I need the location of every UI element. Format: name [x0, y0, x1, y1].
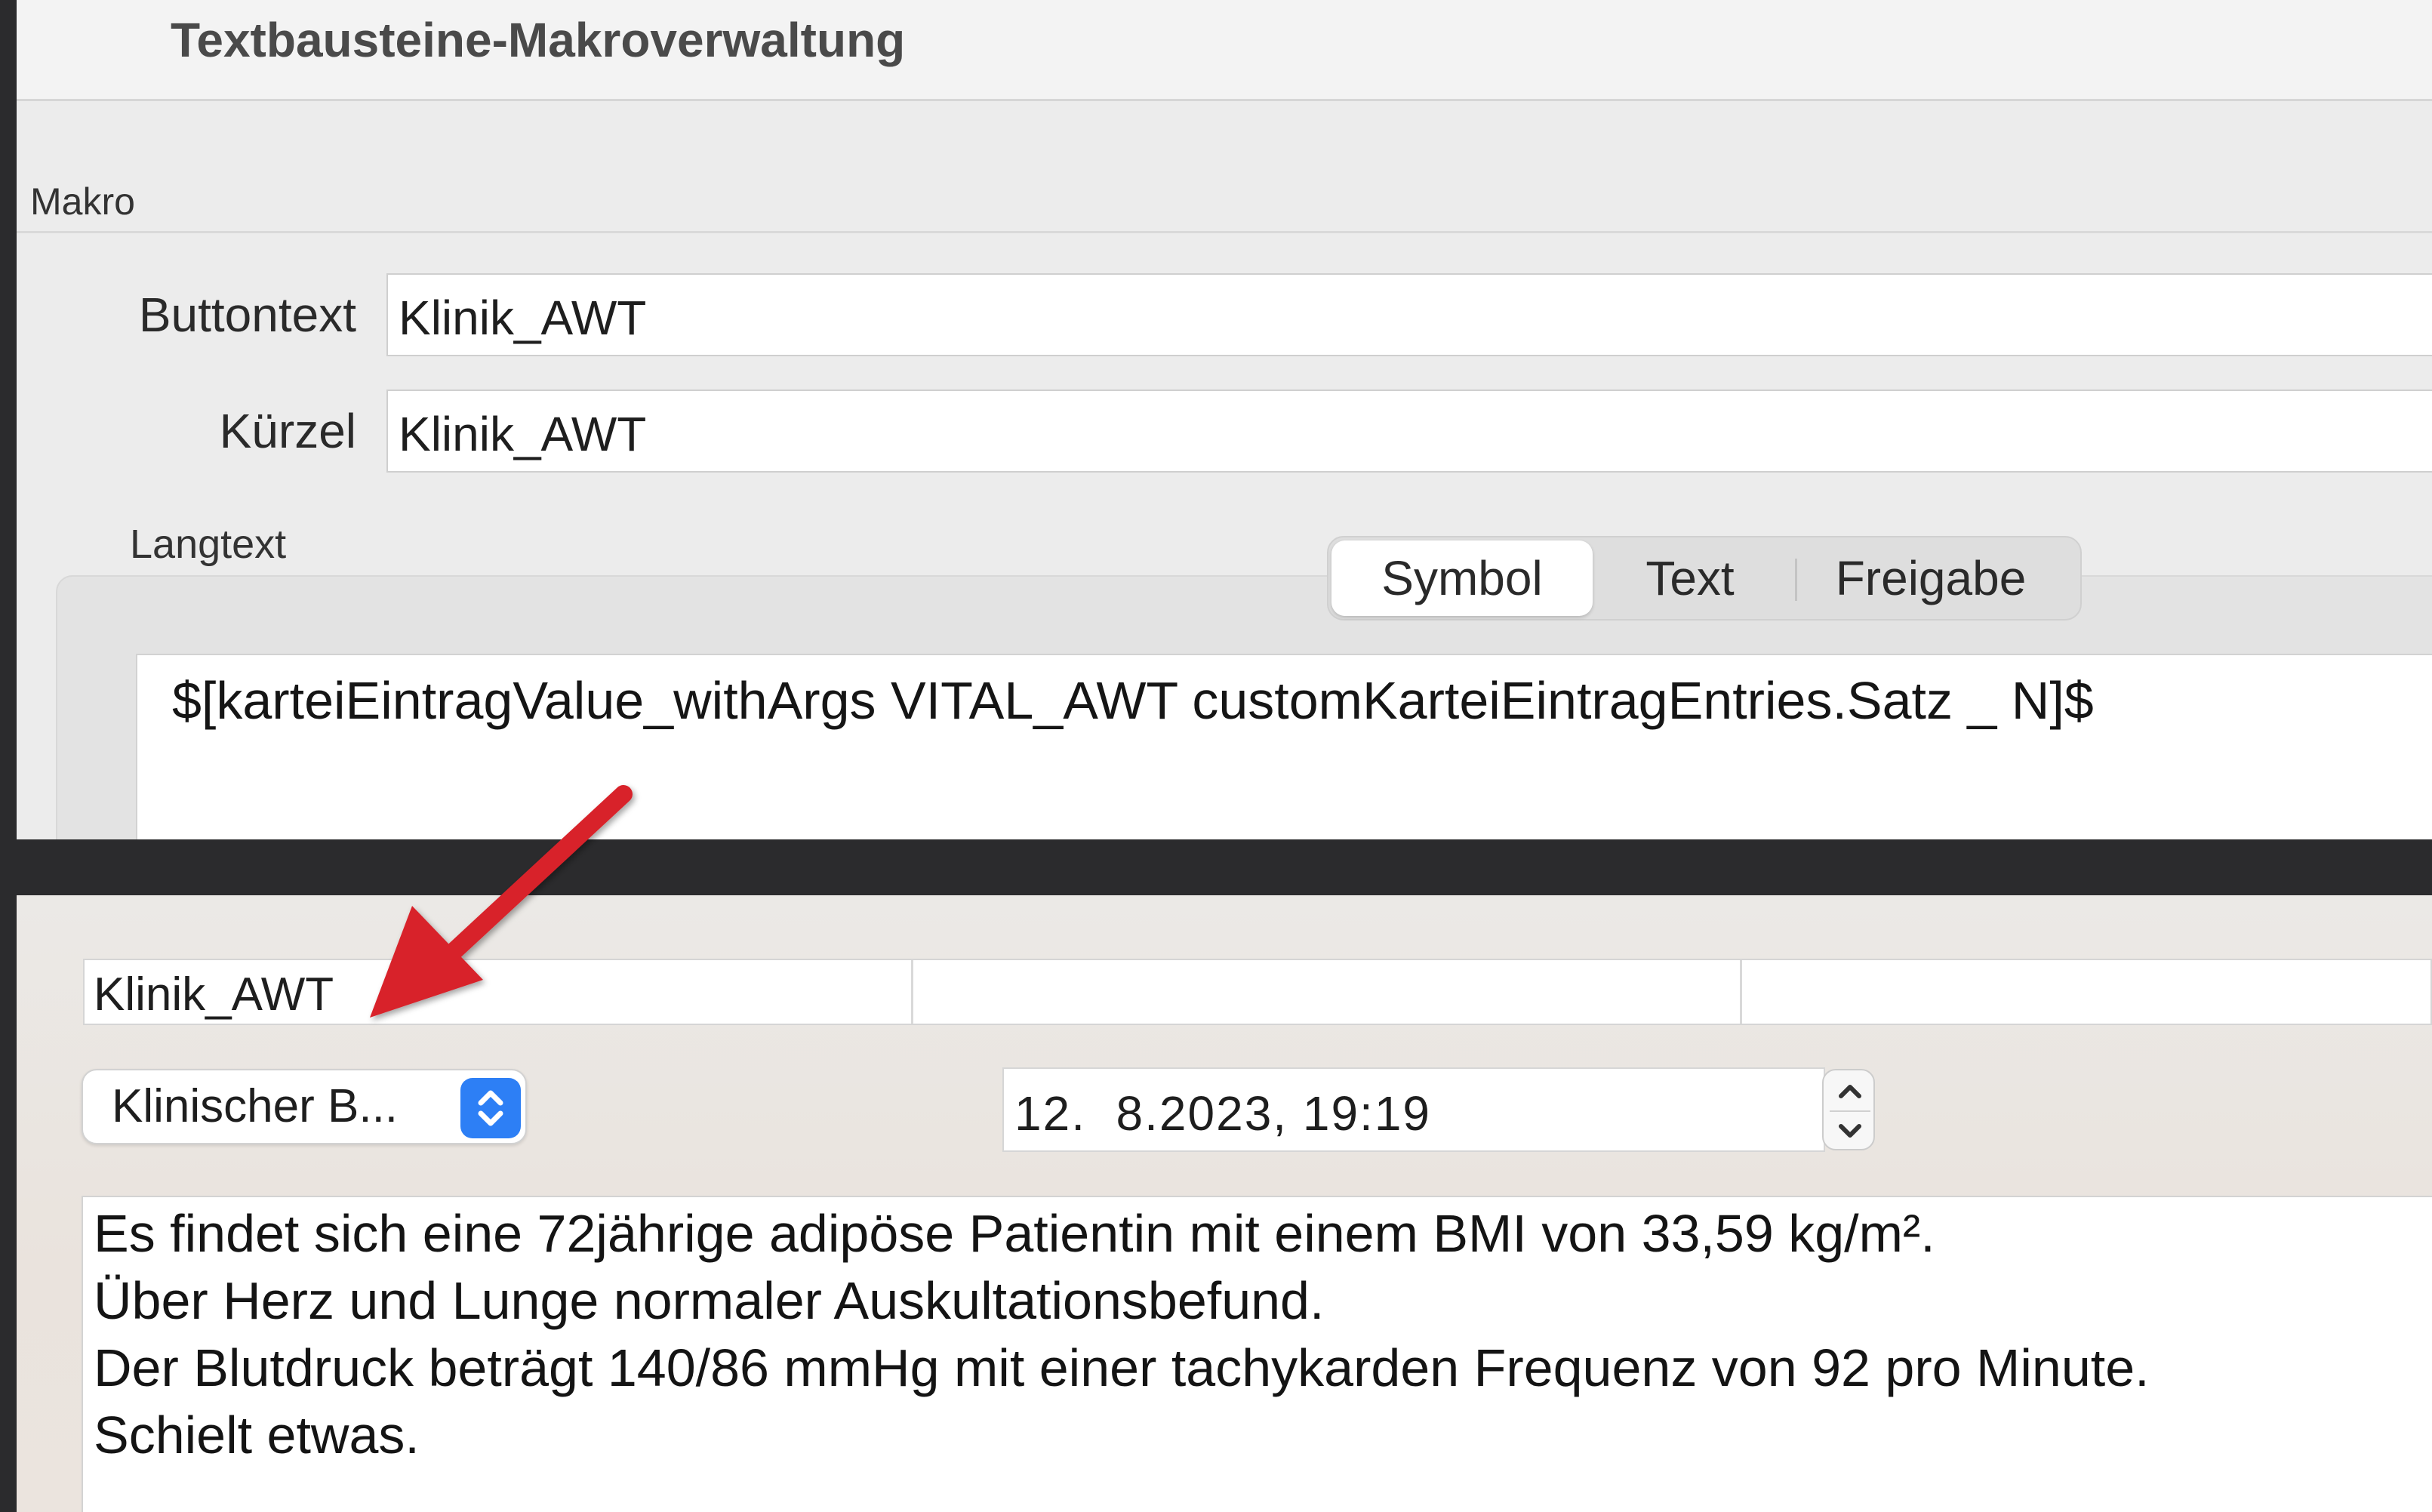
buttontext-input[interactable]: Klinik_AWT: [386, 273, 2432, 356]
tab-symbol[interactable]: Symbol: [1331, 540, 1593, 616]
macro-code-text: $[karteiEintragValue_withArgs VITAL_AWT …: [172, 671, 2094, 730]
report-textarea[interactable]: Es findet sich eine 72jährige adipöse Pa…: [82, 1196, 2432, 1512]
report-line: Über Herz und Lunge normaler Auskultatio…: [94, 1271, 1325, 1330]
window-title: Textbausteine-Makroverwaltung: [171, 13, 906, 67]
kuerzel-label: Kürzel: [219, 404, 356, 458]
langtext-label: Langtext: [130, 522, 287, 567]
report-line: Es findet sich eine 72jährige adipöse Pa…: [94, 1204, 1935, 1263]
category-popup[interactable]: Klinischer B...: [82, 1069, 527, 1144]
kuerzel-input[interactable]: Klinik_AWT: [386, 390, 2432, 473]
report-line: Schielt etwas.: [94, 1406, 420, 1464]
datetime-field[interactable]: 12. 8.2023, 19:19: [1002, 1067, 1825, 1152]
buttontext-label: Buttontext: [138, 288, 356, 342]
category-popup-label: Klinischer B...: [112, 1080, 399, 1132]
window-titlebar: Textbausteine-Makroverwaltung: [17, 0, 2432, 101]
macro-button-empty[interactable]: [913, 960, 1742, 1024]
datetime-value: 12. 8.2023, 19:19: [1014, 1086, 1431, 1141]
tab-freigabe[interactable]: Freigabe: [1787, 540, 2074, 616]
stepper-icon[interactable]: [1822, 1069, 1875, 1150]
macro-button-empty[interactable]: [1742, 960, 2432, 1024]
section-label-makro: Makro: [30, 180, 135, 223]
macro-editor-dialog: Textbausteine-Makroverwaltung Makro Butt…: [17, 0, 2432, 839]
report-line: Der Blutdruck beträgt 140/86 mmHg mit ei…: [94, 1338, 2150, 1397]
section-divider: [17, 231, 2432, 233]
updown-chevron-icon: [460, 1078, 521, 1138]
tab-text[interactable]: Text: [1596, 540, 1784, 616]
langtext-tab-control: Symbol Text Freigabe: [1327, 536, 2082, 621]
red-arrow-icon: [370, 785, 633, 1018]
